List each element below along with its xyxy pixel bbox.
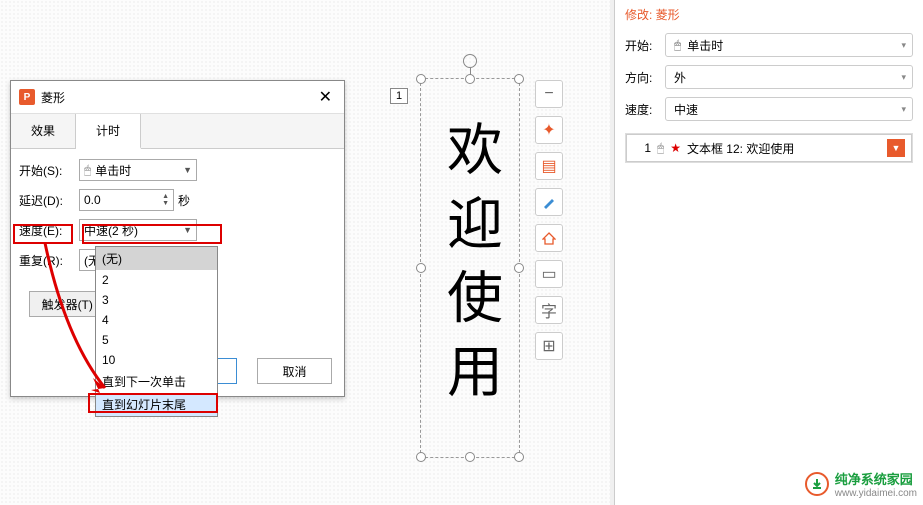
animation-list-item[interactable]: 1 🖱 ★ 文本框 12: 欢迎使用 ▼ (626, 134, 912, 162)
slide-text: 欢迎使用 (430, 120, 511, 416)
start-combo[interactable]: 🖱 单击时 ▼ (79, 159, 197, 181)
textbox-frame[interactable]: 欢迎使用 (420, 78, 520, 458)
spinner-arrows-icon[interactable]: ▲▼ (162, 193, 169, 207)
rotation-handle[interactable] (463, 54, 477, 68)
delay-spinner[interactable]: 0.0 ▲▼ (79, 189, 174, 211)
grid-icon[interactable]: ⊞ (535, 332, 563, 360)
panel-start-combo[interactable]: 🖱 单击时 ▾ (665, 33, 913, 57)
dropdown-button-icon[interactable]: ▼ (887, 139, 905, 157)
resize-handle[interactable] (416, 452, 426, 462)
resize-handle[interactable] (416, 74, 426, 84)
repeat-dropdown-list: (无) 2 3 4 5 10 直到下一次单击 直到幻灯片末尾 (95, 246, 218, 417)
start-value: 单击时 (95, 162, 131, 179)
speed-value: 中速(2 秒) (84, 222, 138, 239)
slide-textbox[interactable]: 1 欢迎使用 (420, 78, 520, 458)
resize-handle[interactable] (514, 452, 524, 462)
layers-icon[interactable]: ▤ (535, 152, 563, 180)
repeat-label: 重复(R): (19, 252, 79, 269)
delay-value: 0.0 (84, 193, 101, 207)
dropdown-item-2[interactable]: 2 (96, 270, 217, 290)
delay-unit: 秒 (178, 192, 190, 209)
watermark-logo-icon (805, 472, 829, 496)
dropdown-item-until-click[interactable]: 直到下一次单击 (96, 370, 217, 393)
dialog-titlebar: P 菱形 ✕ (11, 81, 344, 114)
dialog-tabs: 效果 计时 (11, 114, 344, 149)
dropdown-item-until-end[interactable]: 直到幻灯片末尾 (96, 393, 217, 416)
chevron-down-icon: ▼ (183, 225, 192, 235)
panel-start-value: 单击时 (687, 37, 723, 54)
panel-direction-value: 外 (674, 69, 686, 86)
panel-speed-label: 速度: (625, 101, 665, 118)
animation-panel: 修改: 菱形 开始: 🖱 单击时 ▾ 方向: 外 ▾ 速度: 中速 ▾ 1 🖱 … (614, 0, 923, 505)
chevron-down-icon: ▾ (901, 72, 906, 83)
star-icon: ★ (670, 141, 681, 155)
resize-handle[interactable] (514, 74, 524, 84)
panel-direction-label: 方向: (625, 69, 665, 86)
chevron-down-icon: ▾ (901, 40, 906, 51)
rectangle-icon[interactable]: ▭ (535, 260, 563, 288)
speed-label: 速度(E): (19, 222, 79, 239)
watermark-text: 纯净系统家园 (835, 472, 913, 487)
cancel-button[interactable]: 取消 (257, 358, 332, 384)
animation-order-badge[interactable]: 1 (390, 88, 408, 104)
chevron-down-icon: ▼ (183, 165, 192, 175)
dialog-title: 菱形 (41, 89, 315, 106)
anim-item-number: 1 (633, 141, 651, 155)
home-icon[interactable] (535, 224, 563, 252)
dropdown-item-5[interactable]: 5 (96, 330, 217, 350)
minus-icon[interactable]: − (535, 80, 563, 108)
watermark-url: www.yidaimei.com (835, 488, 917, 499)
dropdown-item-none[interactable]: (无) (96, 247, 217, 270)
resize-handle[interactable] (514, 263, 524, 273)
close-icon[interactable]: ✕ (315, 87, 336, 107)
text-icon[interactable]: 字 (535, 296, 563, 324)
floating-toolbox: − ✦ ▤ ▭ 字 ⊞ (535, 80, 565, 360)
resize-handle[interactable] (465, 452, 475, 462)
brush-icon[interactable] (535, 188, 563, 216)
panel-speed-combo[interactable]: 中速 ▾ (665, 97, 913, 121)
resize-handle[interactable] (416, 263, 426, 273)
mouse-icon: 🖱 (674, 38, 681, 53)
dropdown-item-3[interactable]: 3 (96, 290, 217, 310)
resize-handle[interactable] (465, 74, 475, 84)
panel-direction-combo[interactable]: 外 ▾ (665, 65, 913, 89)
chevron-down-icon: ▾ (901, 104, 906, 115)
dropdown-item-10[interactable]: 10 (96, 350, 217, 370)
cursor-sparkle-icon[interactable]: ✦ (535, 116, 563, 144)
app-icon: P (19, 89, 35, 105)
dropdown-item-4[interactable]: 4 (96, 310, 217, 330)
mouse-icon: 🖱 (84, 163, 91, 178)
speed-combo[interactable]: 中速(2 秒) ▼ (79, 219, 197, 241)
start-label: 开始(S): (19, 162, 79, 179)
anim-item-text: 文本框 12: 欢迎使用 (687, 140, 794, 157)
tab-effect[interactable]: 效果 (11, 114, 76, 148)
watermark: 纯净系统家园 www.yidaimei.com (805, 469, 917, 499)
tab-timing[interactable]: 计时 (76, 114, 141, 149)
delay-label: 延迟(D): (19, 192, 79, 209)
animation-list: 1 🖱 ★ 文本框 12: 欢迎使用 ▼ (625, 133, 913, 163)
mouse-icon: 🖱 (657, 141, 664, 156)
panel-header: 修改: 菱形 (615, 0, 923, 29)
panel-speed-value: 中速 (674, 101, 698, 118)
panel-start-label: 开始: (625, 37, 665, 54)
